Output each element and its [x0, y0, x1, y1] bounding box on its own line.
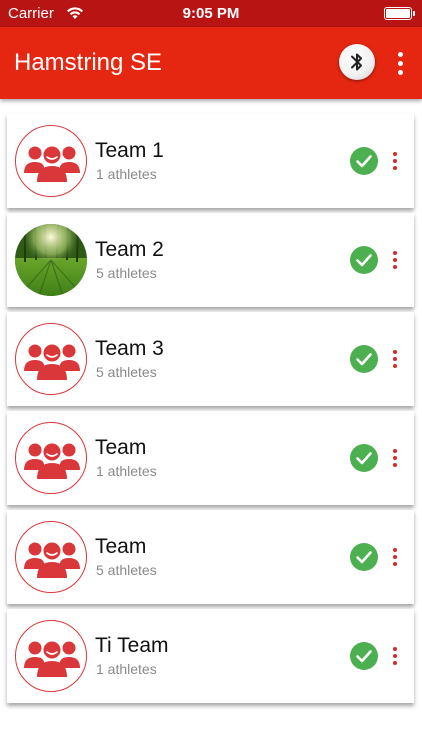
team-card[interactable]: Ti Team 1 athletes [7, 609, 414, 703]
app-title: Hamstring SE [14, 49, 163, 76]
team-avatar [15, 125, 87, 197]
app-bar: Hamstring SE [0, 27, 422, 99]
check-circle-icon[interactable] [349, 245, 379, 275]
team-card[interactable]: Team 5 athletes [7, 510, 414, 604]
check-circle-icon[interactable] [349, 641, 379, 671]
team-group-icon [24, 542, 80, 578]
team-athlete-count: 5 athletes [96, 265, 157, 281]
team-name: Team [95, 535, 147, 558]
team-group-icon [24, 146, 80, 182]
team-card[interactable]: Team 3 5 athletes [7, 312, 414, 406]
team-group-icon [24, 443, 80, 479]
forest-photo [15, 224, 87, 296]
more-vertical-icon[interactable] [392, 51, 410, 77]
team-name: Team 3 [95, 337, 164, 360]
team-card[interactable]: Team 1 athletes [7, 411, 414, 505]
team-name: Team 2 [95, 238, 164, 261]
team-options-icon[interactable] [390, 448, 400, 468]
team-options-icon[interactable] [390, 547, 400, 567]
team-name: Team 1 [95, 139, 164, 162]
check-circle-icon[interactable] [349, 542, 379, 572]
team-card[interactable]: Team 2 5 athletes [7, 213, 414, 307]
team-athlete-count: 5 athletes [96, 562, 157, 578]
bluetooth-button[interactable] [339, 44, 375, 80]
check-circle-icon[interactable] [349, 344, 379, 374]
team-options-icon[interactable] [390, 250, 400, 270]
team-card[interactable]: Team 1 1 athletes [7, 114, 414, 208]
team-name: Team [95, 436, 147, 459]
team-avatar [15, 620, 87, 692]
battery-icon [384, 7, 415, 20]
team-athlete-count: 1 athletes [96, 661, 157, 677]
check-circle-icon[interactable] [349, 443, 379, 473]
team-options-icon[interactable] [390, 151, 400, 171]
team-athlete-count: 5 athletes [96, 364, 157, 380]
team-avatar [15, 323, 87, 395]
status-bar: Carrier 9:05 PM [0, 0, 422, 27]
team-athlete-count: 1 athletes [96, 166, 157, 182]
team-group-icon [24, 641, 80, 677]
team-avatar [15, 224, 87, 296]
check-circle-icon[interactable] [349, 146, 379, 176]
status-time: 9:05 PM [182, 5, 240, 22]
team-avatar [15, 521, 87, 593]
team-athlete-count: 1 athletes [96, 463, 157, 479]
team-name: Ti Team [95, 634, 169, 657]
bluetooth-icon [351, 53, 362, 71]
team-options-icon[interactable] [390, 646, 400, 666]
team-options-icon[interactable] [390, 349, 400, 369]
team-avatar [15, 422, 87, 494]
team-group-icon [24, 344, 80, 380]
